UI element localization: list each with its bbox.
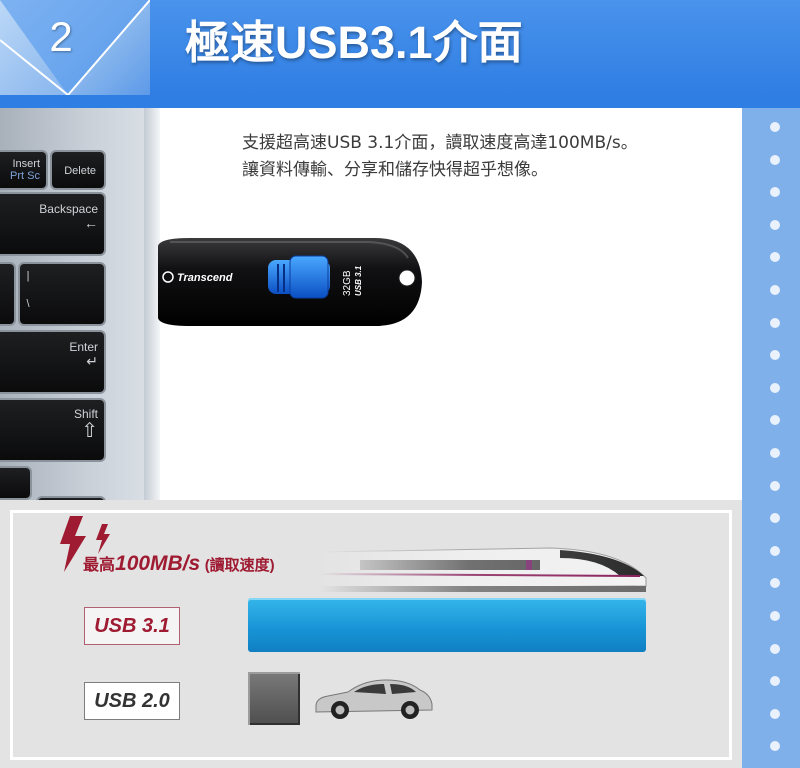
strip-dot [770,676,780,687]
usb-brand-label: Transcend [177,272,233,284]
strip-dot [770,415,780,426]
max-speed-label: 最高100MB/s (讀取速度) [83,551,275,576]
strip-dot [770,448,780,458]
description-line-2: 讓資料傳輸、分享和儲存快得超乎想像。 [242,160,548,180]
strip-dot [770,187,780,198]
shift-arrow-icon: ⇧ [81,420,98,442]
decorative-dot-strip [742,108,800,768]
description-line-1: 支援超高速USB 3.1介面，讀取速度高達100MB/s。 [242,133,638,153]
step-number: 2 [49,13,73,60]
key-delete-label: Delete [64,165,96,177]
speed-suffix: (讀取速度) [204,557,275,574]
strip-dot [770,154,780,165]
usb20-tag: USB 2.0 [84,682,180,720]
key-prtsc-label: Prt Sc [10,170,40,182]
usb31-tag: USB 3.1 [84,607,180,645]
strip-dot [770,317,780,328]
strip-dot [770,545,780,556]
strip-dot [770,122,780,132]
key-enter-label: Enter [69,340,98,354]
high-speed-train-icon [320,538,650,598]
usb-capacity-label: 32GB [342,270,353,296]
usb-interface-label: USB 3.1 [354,265,363,296]
strip-dot [770,513,780,524]
strip-dot [770,480,780,491]
speed-prefix: 最高 [83,557,116,574]
laptop-keyboard-image: Insert Prt Sc Delete Backspace ← | \ Ent… [0,108,160,500]
key-pipe-label: | [26,270,30,282]
strip-dot [770,285,780,295]
key-fragment-label: p [0,480,10,492]
strip-dot [770,578,780,589]
strip-dot [770,252,780,263]
key-insert-label: Insert [12,158,40,170]
header-underline [0,95,800,108]
usb31-speed-bar [248,598,646,652]
key-backslash-label: \ [26,298,30,310]
enter-arrow-icon: ↵ [86,353,98,369]
usb-flash-drive-image: Transcend 32GB USB 3.1 [158,238,422,326]
feature-description: 支援超高速USB 3.1介面，讀取速度高達100MB/s。 讓資料傳輸、分享和儲… [242,130,742,184]
key-fragment [0,264,14,324]
strip-dot [770,350,780,361]
strip-dot [770,708,780,719]
strip-dot [770,219,780,230]
car-icon [315,679,433,719]
usb20-speed-bar [248,672,300,725]
backspace-arrow-icon: ← [84,215,98,231]
strip-dot [770,741,780,752]
speed-value: 100MB/s [115,552,201,575]
strip-dot [770,611,780,621]
page-title: 極速USB3.1介面 [185,17,523,68]
strip-dot [770,382,780,393]
strip-dot [770,643,780,654]
header-banner: 2 極速USB3.1介面 [0,0,800,95]
